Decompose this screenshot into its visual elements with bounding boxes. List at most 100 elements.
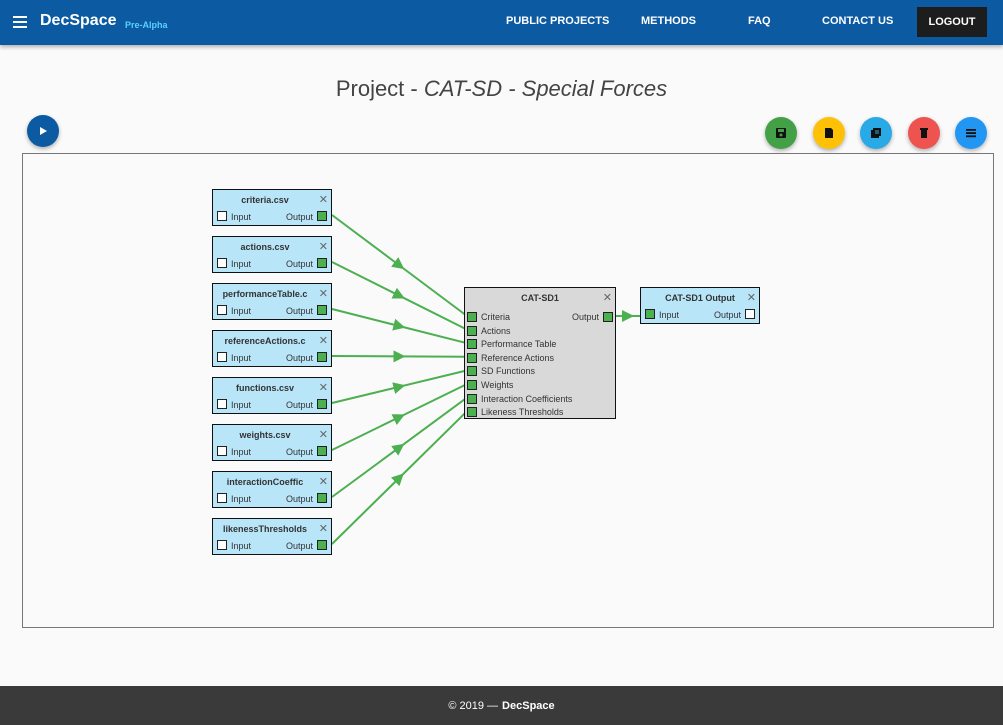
play-icon	[40, 127, 47, 135]
connection-wire	[331, 350, 468, 363]
file-icon	[825, 128, 833, 138]
input-node-output-port[interactable]	[317, 399, 327, 409]
input-file-node[interactable]: interactionCoeffic ✕ Input Output	[212, 471, 332, 508]
workflow-canvas[interactable]: criteria.csv ✕ Input Output actions.csv …	[22, 153, 994, 628]
save-button[interactable]	[765, 117, 797, 149]
input-node-input-label: Input	[231, 400, 252, 410]
delete-button[interactable]	[908, 117, 940, 149]
input-node-title: performanceTable.c	[222, 289, 308, 299]
method-input-label: Reference Actions	[481, 352, 555, 363]
method-input-port[interactable]	[467, 366, 477, 377]
input-node-output-port[interactable]	[317, 211, 327, 221]
method-input-label: Weights	[481, 380, 514, 390]
close-icon[interactable]: ✕	[747, 291, 756, 304]
input-node-output-port[interactable]	[317, 258, 327, 268]
input-node-input-label: Input	[231, 353, 252, 363]
method-input-label: Actions	[481, 325, 511, 336]
new-file-button[interactable]	[813, 117, 845, 149]
close-icon[interactable]: ✕	[319, 381, 328, 394]
input-node-output-port[interactable]	[317, 540, 327, 550]
close-icon[interactable]: ✕	[319, 522, 328, 535]
close-icon[interactable]: ✕	[319, 287, 328, 300]
input-node-title: weights.csv	[239, 430, 291, 440]
input-node-input-port[interactable]	[217, 305, 227, 315]
method-input-port[interactable]	[467, 352, 477, 363]
run-button[interactable]	[27, 115, 59, 147]
logout-button[interactable]: LOGOUT	[917, 7, 987, 37]
method-node-title: CAT-SD1	[521, 293, 559, 303]
input-node-input-label: Input	[231, 259, 252, 269]
output-node-output-label: Output	[713, 310, 741, 320]
method-input-port[interactable]	[467, 380, 477, 390]
input-node-input-port[interactable]	[217, 352, 227, 362]
output-node[interactable]: CAT-SD1 Output ✕ Input Output	[640, 287, 760, 324]
input-file-node[interactable]: performanceTable.c ✕ Input Output	[212, 283, 332, 320]
input-node-input-port[interactable]	[217, 446, 227, 456]
footer-brand: DecSpace	[502, 699, 555, 712]
input-file-node[interactable]: likenessThresholds ✕ Input Output	[212, 518, 332, 555]
method-input-port[interactable]	[467, 339, 477, 350]
input-file-node[interactable]: actions.csv ✕ Input Output	[212, 236, 332, 273]
method-node-catsd1[interactable]: CAT-SD1 ✕ Output Criteria Actions Performa…	[464, 287, 616, 419]
input-node-output-label: Output	[285, 306, 313, 316]
input-node-input-label: Input	[231, 447, 252, 457]
input-node-input-port[interactable]	[217, 211, 227, 221]
input-node-input-port[interactable]	[217, 493, 227, 503]
input-node-output-port[interactable]	[317, 446, 327, 456]
method-output-port[interactable]	[603, 312, 613, 322]
method-input-port[interactable]	[467, 325, 477, 336]
input-file-node[interactable]: weights.csv ✕ Input Output	[212, 424, 332, 461]
page-title: Project - CAT-SD - Special Forces	[0, 76, 1003, 102]
hamburger-menu-icon[interactable]	[13, 13, 31, 31]
input-node-output-label: Output	[285, 494, 313, 504]
connection-wire	[331, 396, 468, 498]
project-name: CAT-SD - Special Forces	[423, 76, 668, 101]
nav-public-projects[interactable]: PUBLIC PROJECTS	[506, 15, 609, 27]
nav-faq[interactable]: FAQ	[748, 15, 771, 27]
page-title-prefix: Project -	[335, 76, 424, 101]
copy-icon	[871, 128, 881, 138]
input-node-output-port[interactable]	[317, 493, 327, 503]
top-navbar: DecSpace Pre-Alpha PUBLIC PROJECTS METHO…	[0, 0, 1003, 45]
connection-wire	[331, 261, 468, 331]
input-node-input-label: Input	[231, 541, 252, 551]
input-node-output-label: Output	[285, 259, 313, 269]
close-icon[interactable]: ✕	[319, 334, 328, 347]
input-node-title: likenessThresholds	[222, 524, 308, 534]
brand-logo[interactable]: DecSpace	[40, 12, 117, 30]
input-file-node[interactable]: criteria.csv ✕ Input Output	[212, 189, 332, 226]
method-input-label: Performance Table	[481, 339, 557, 350]
input-file-node[interactable]: referenceActions.c ✕ Input Output	[212, 330, 332, 367]
close-icon[interactable]: ✕	[319, 240, 328, 253]
connection-wire	[331, 214, 468, 317]
connection-wire	[331, 383, 468, 451]
menu-button[interactable]	[955, 117, 987, 149]
close-icon[interactable]: ✕	[319, 193, 328, 206]
input-node-title: interactionCoeffic	[226, 477, 304, 487]
method-input-label: Interaction Coefficients	[481, 393, 573, 404]
close-icon[interactable]: ✕	[319, 475, 328, 488]
method-input-label: Likeness Thresholds	[481, 407, 564, 418]
nav-methods[interactable]: METHODS	[641, 15, 696, 27]
input-node-input-port[interactable]	[217, 399, 227, 409]
input-node-output-port[interactable]	[317, 305, 327, 315]
method-input-port[interactable]	[467, 407, 477, 418]
input-node-output-port[interactable]	[317, 352, 327, 362]
input-node-output-label: Output	[285, 447, 313, 457]
input-node-input-port[interactable]	[217, 258, 227, 268]
copy-button[interactable]	[860, 117, 892, 149]
method-input-port[interactable]	[467, 312, 477, 322]
input-file-node[interactable]: functions.csv ✕ Input Output	[212, 377, 332, 414]
method-input-port[interactable]	[467, 393, 477, 404]
save-icon	[776, 128, 786, 138]
method-output-label: Output	[571, 312, 599, 322]
close-icon[interactable]: ✕	[603, 291, 612, 304]
output-node-output-port[interactable]	[745, 309, 755, 319]
input-node-output-label: Output	[285, 541, 313, 551]
brand-subtitle: Pre-Alpha	[125, 20, 168, 30]
output-node-input-port[interactable]	[645, 309, 655, 319]
nav-contact-us[interactable]: CONTACT US	[822, 15, 893, 27]
input-node-input-port[interactable]	[217, 540, 227, 550]
output-node-input-label: Input	[659, 310, 680, 320]
close-icon[interactable]: ✕	[319, 428, 328, 441]
